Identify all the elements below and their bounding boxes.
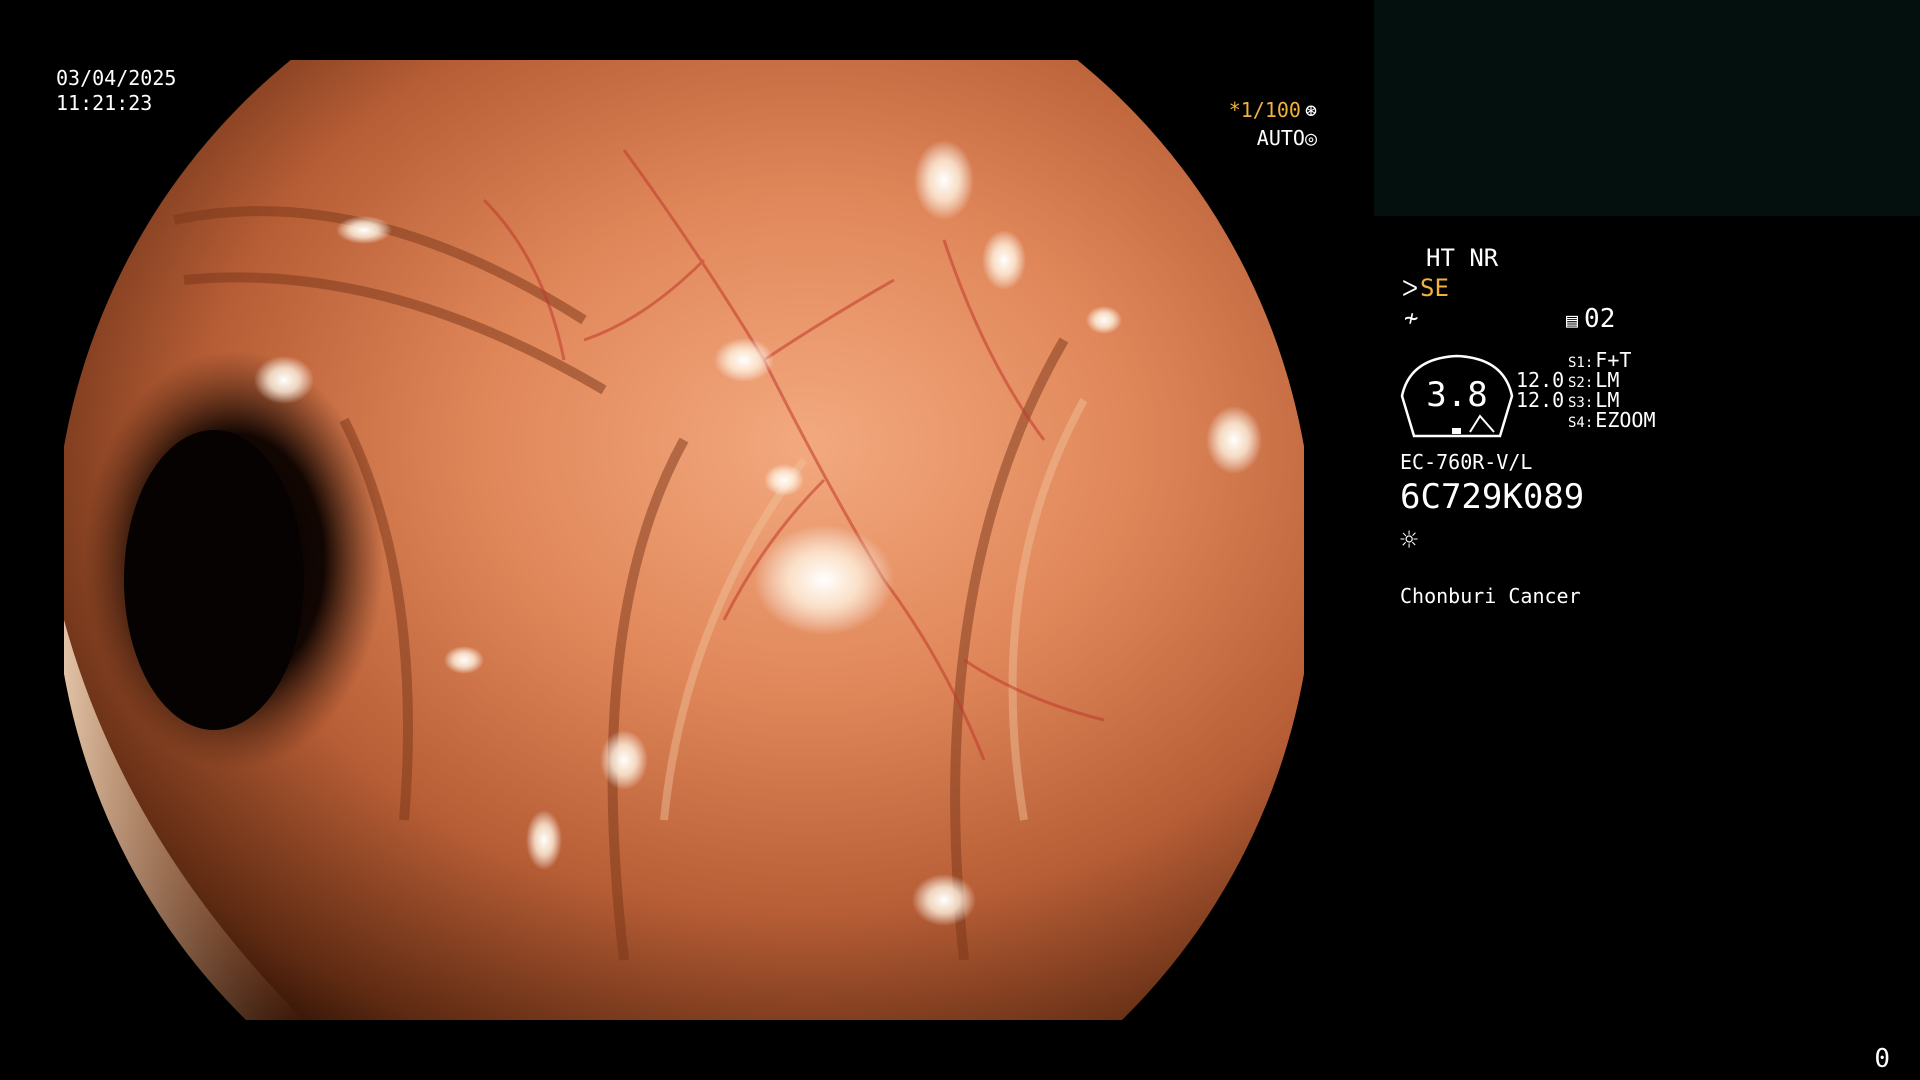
- gauge-number-1: 12.0: [1516, 368, 1565, 392]
- date-text: 03/04/2025: [56, 66, 177, 90]
- auto-text: AUTO: [1256, 126, 1305, 150]
- page-indicator: ▤ 02: [1566, 306, 1615, 332]
- aperture-icon: ⊛: [1304, 98, 1317, 122]
- auto-indicator: AUTO◎: [1257, 128, 1317, 148]
- shutter-text: *1/100: [1228, 98, 1301, 122]
- datetime: 03/04/2025 11:21:23: [56, 66, 176, 116]
- shutter-indicator: *1/100 ⊛: [1229, 100, 1317, 120]
- endoscope-image: [64, 60, 1304, 1020]
- switch-item: S3: LM: [1568, 388, 1620, 412]
- time-text: 11:21:23: [56, 91, 153, 115]
- ht-nr-label: HT NR: [1426, 244, 1499, 272]
- se-text: SE: [1420, 274, 1449, 302]
- info-panel: HT NR ᐳSE ≁ ▤ 02 3.8 12.0 12.0 S1: F+T S2:…: [1400, 242, 1900, 622]
- iris-icon: ◎: [1304, 126, 1317, 150]
- list-icon: ▤: [1566, 308, 1579, 332]
- frame-counter: 0: [1874, 1044, 1890, 1074]
- gauge-numbers: 12.0 12.0: [1516, 370, 1564, 410]
- switch-item: S4: EZOOM: [1568, 408, 1656, 432]
- page-number: 02: [1584, 304, 1616, 334]
- gauge-number-2: 12.0: [1516, 388, 1565, 412]
- thumbnail-panel: [1374, 0, 1920, 216]
- switch-item: S2: LM: [1568, 368, 1620, 392]
- se-indicator: ᐳSE: [1402, 276, 1449, 301]
- enhance-icon: ᐳ: [1402, 277, 1419, 302]
- serial-number: 6C729K089: [1400, 477, 1585, 517]
- switch-item: S1: F+T: [1568, 348, 1632, 372]
- magnification-gauge: 3.8: [1400, 352, 1514, 442]
- site-name: Chonburi Cancer: [1400, 584, 1581, 608]
- scope-model: EC-760R-V/L: [1400, 450, 1533, 474]
- wave-icon: ≁: [1404, 304, 1419, 332]
- gauge-value: 3.8: [1426, 375, 1488, 415]
- switch-list: S1: F+T S2: LM S3: LM S4: EZOOM: [1568, 350, 1656, 430]
- endoscopy-screen: 03/04/2025 11:21:23 *1/100 ⊛ AUTO◎ HT NR …: [0, 0, 1920, 1080]
- sun-icon: ☼: [1400, 523, 1419, 558]
